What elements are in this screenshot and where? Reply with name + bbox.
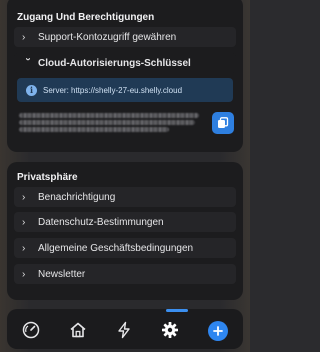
- active-tab-indicator: [166, 309, 188, 312]
- server-url-text: Server: https://shelly-27-eu.shelly.clou…: [43, 85, 183, 95]
- support-access-label: Support-Kontozugriff gewähren: [38, 31, 177, 43]
- privacy-item-terms[interactable]: › Allgemeine Geschäftsbedingungen: [14, 238, 236, 258]
- bolt-icon: [118, 321, 130, 339]
- cloud-key-label: Cloud-Autorisierungs-Schlüssel: [38, 57, 191, 69]
- copy-icon: [218, 117, 229, 128]
- chevron-down-icon: ›: [22, 57, 34, 61]
- copy-key-button[interactable]: [212, 112, 234, 134]
- chevron-right-icon: ›: [22, 242, 26, 254]
- privacy-item-label: Benachrichtigung: [38, 191, 116, 203]
- chevron-right-icon: ›: [22, 268, 26, 280]
- home-icon: [70, 322, 86, 338]
- gear-icon: [162, 322, 178, 338]
- info-icon: i: [26, 84, 37, 96]
- privacy-item-label: Datenschutz-Bestimmungen: [38, 216, 164, 228]
- privacy-card: Privatsphäre › Benachrichtigung › Datens…: [7, 162, 243, 300]
- privacy-item-notifications[interactable]: › Benachrichtigung: [14, 187, 236, 207]
- privacy-item-newsletter[interactable]: › Newsletter: [14, 264, 236, 284]
- privacy-item-label: Allgemeine Geschäftsbedingungen: [38, 242, 194, 254]
- add-device-button[interactable]: [208, 321, 228, 341]
- privacy-item-privacy-policy[interactable]: › Datenschutz-Bestimmungen: [14, 212, 236, 232]
- chevron-right-icon: ›: [22, 191, 26, 203]
- chevron-right-icon: ›: [22, 31, 26, 43]
- tab-energy[interactable]: [111, 317, 137, 343]
- tab-settings[interactable]: [157, 317, 183, 343]
- support-access-row[interactable]: › Support-Kontozugriff gewähren: [14, 27, 236, 47]
- privacy-item-label: Newsletter: [38, 268, 86, 280]
- server-info-box: i Server: https://shelly-27-eu.shelly.cl…: [17, 78, 233, 102]
- section-title-privacy: Privatsphäre: [17, 172, 78, 183]
- tab-home[interactable]: [65, 317, 91, 343]
- cloud-key-row[interactable]: › Cloud-Autorisierungs-Schlüssel: [14, 53, 236, 73]
- access-card: Zugang Und Berechtigungen › Support-Kont…: [7, 0, 243, 152]
- chevron-right-icon: ›: [22, 216, 26, 228]
- tab-dashboard[interactable]: [18, 317, 44, 343]
- gauge-icon: [22, 321, 40, 339]
- plus-icon: [213, 326, 223, 336]
- section-title-access: Zugang Und Berechtigungen: [17, 12, 155, 23]
